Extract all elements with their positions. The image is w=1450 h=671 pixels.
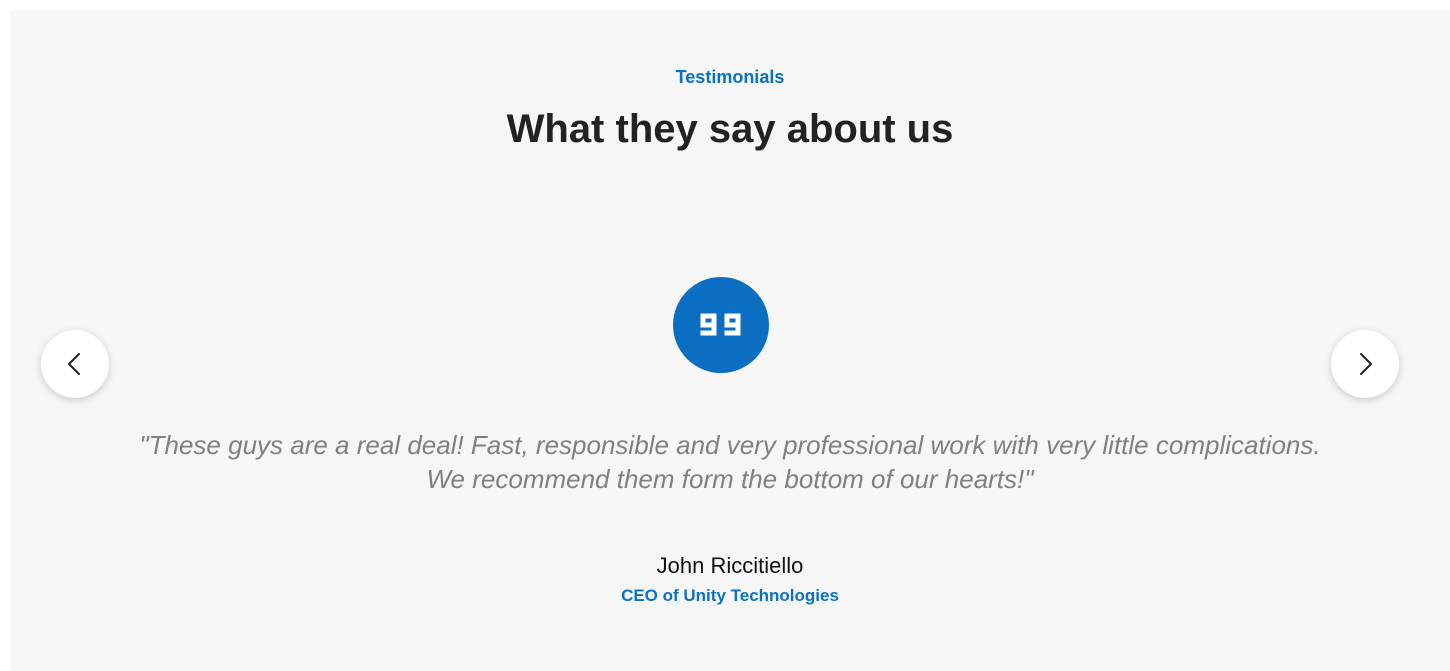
testimonial-author-name: John Riccitiello bbox=[656, 553, 804, 578]
testimonial-author-role: CEO of Unity Technologies bbox=[621, 586, 839, 605]
section-eyebrow: Testimonials bbox=[675, 67, 785, 87]
testimonial-quote: "These guys are a real deal! Fast, respo… bbox=[139, 430, 1321, 494]
section-title: What they say about us bbox=[506, 107, 954, 151]
carousel-next-button[interactable] bbox=[1331, 330, 1399, 398]
testimonials-section: Testimonials What they say about us "The… bbox=[10, 10, 1450, 671]
carousel-prev-button[interactable] bbox=[41, 330, 109, 398]
quote-icon bbox=[700, 313, 741, 336]
chevron-left-icon bbox=[68, 353, 80, 375]
quote-badge bbox=[673, 277, 769, 373]
chevron-right-icon bbox=[1360, 353, 1372, 375]
